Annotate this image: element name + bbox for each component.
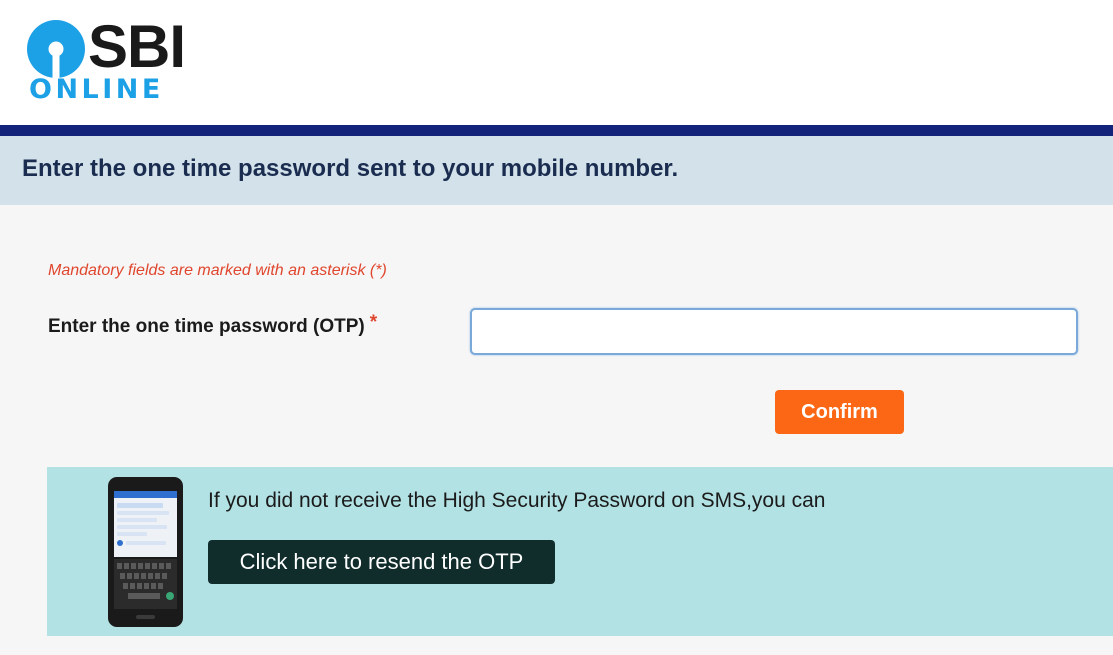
smartphone-icon xyxy=(108,477,183,627)
header-divider-bar xyxy=(0,125,1113,136)
mandatory-fields-note: Mandatory fields are marked with an aste… xyxy=(48,262,387,279)
sbi-logo-icon xyxy=(27,20,85,78)
otp-input[interactable] xyxy=(470,308,1078,355)
resend-otp-button[interactable]: Click here to resend the OTP xyxy=(208,540,555,584)
logo-online-text: ONLINE xyxy=(29,74,164,105)
sbi-online-logo[interactable]: SBI ONLINE xyxy=(27,14,187,110)
required-asterisk: * xyxy=(369,312,378,333)
otp-label-text: Enter the one time password (OTP) xyxy=(48,316,365,337)
otp-field-label: Enter the one time password (OTP) * xyxy=(48,312,378,339)
logo-sbi-text: SBI xyxy=(88,13,186,80)
page-title: Enter the one time password sent to your… xyxy=(22,155,679,182)
confirm-button[interactable]: Confirm xyxy=(775,390,904,434)
resend-message: If you did not receive the High Security… xyxy=(208,489,826,512)
header: SBI ONLINE xyxy=(0,0,1113,125)
